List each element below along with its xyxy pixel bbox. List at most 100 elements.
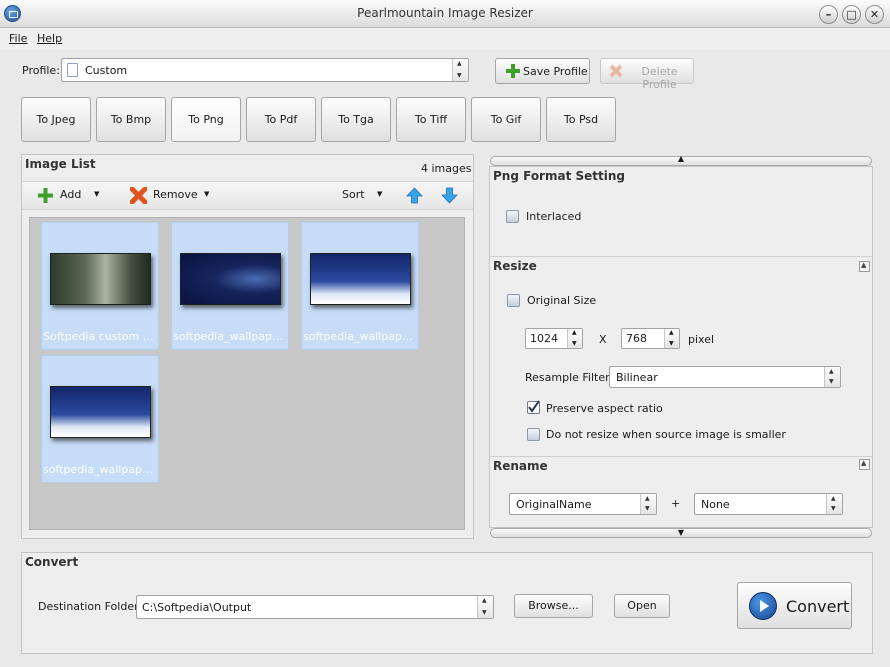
plus-green-icon: [506, 64, 520, 78]
profile-select-arrow[interactable]: [452, 59, 468, 81]
close-button[interactable]: ✕: [865, 5, 884, 24]
image-list-title: Image List: [25, 157, 96, 171]
interlaced-label: Interlaced: [526, 210, 582, 223]
rename-name-value: OriginalName: [516, 498, 592, 511]
add-label: Add: [60, 188, 82, 201]
add-button[interactable]: Add ▼: [38, 187, 100, 206]
arrow-down-icon: [441, 187, 458, 204]
delete-profile-label: Delete Profile: [641, 65, 678, 91]
format-gif-button[interactable]: To Gif: [471, 97, 541, 142]
sort-label: Sort: [342, 188, 365, 201]
play-icon: [749, 592, 777, 620]
browse-button[interactable]: Browse...: [514, 594, 593, 618]
checkmark-icon: [528, 400, 540, 413]
width-input[interactable]: 1024: [525, 328, 583, 349]
thumbnail-item[interactable]: Softpedia custom wallpaper: [41, 222, 160, 350]
height-value: 768: [626, 332, 647, 345]
profile-select[interactable]: Custom: [61, 58, 469, 82]
preserve-aspect-checkbox[interactable]: [527, 400, 540, 414]
rename-name-select[interactable]: OriginalName: [509, 493, 657, 515]
open-button[interactable]: Open: [614, 594, 670, 618]
format-pdf-button[interactable]: To Pdf: [246, 97, 316, 142]
height-stepper[interactable]: [664, 329, 679, 348]
width-value: 1024: [530, 332, 558, 345]
destination-folder-select[interactable]: C:\Softpedia\Output: [136, 595, 494, 619]
thumbnail-caption: Softpedia custom wallpaper: [43, 330, 160, 343]
destination-folder-arrow[interactable]: [477, 596, 493, 618]
convert-label: Convert: [786, 597, 850, 616]
image-count: 4 images: [421, 162, 472, 175]
format-tga-button[interactable]: To Tga: [321, 97, 391, 142]
minimize-icon: –: [825, 8, 832, 21]
thumbnail-image: [310, 253, 411, 305]
width-stepper[interactable]: [567, 329, 582, 348]
plus-label: +: [671, 497, 681, 510]
rename-name-arrow[interactable]: [640, 494, 656, 514]
rename-suffix-select[interactable]: None: [694, 493, 843, 515]
delete-icon: [609, 64, 623, 78]
convert-button[interactable]: Convert: [737, 582, 852, 629]
remove-button[interactable]: Remove ▼: [129, 186, 212, 205]
thumbnail-item[interactable]: softpedia_wallpaper_2: [301, 222, 420, 350]
height-input[interactable]: 768: [621, 328, 680, 349]
no-enlarge-checkbox[interactable]: [527, 428, 540, 441]
profile-value: Custom: [85, 64, 128, 77]
collapse-up-icon: ▲: [677, 154, 685, 163]
arrow-up-icon: [406, 187, 423, 204]
resize-collapse-button[interactable]: [859, 261, 870, 272]
move-up-button[interactable]: [406, 187, 423, 204]
thumbnail-image: [50, 386, 151, 438]
rename-suffix-arrow[interactable]: [826, 494, 842, 514]
window-title: Pearlmountain Image Resizer: [357, 6, 533, 20]
pixel-label: pixel: [688, 333, 715, 346]
original-size-checkbox[interactable]: [507, 294, 520, 307]
thumbnail-caption: softpedia_wallpaper_1: [173, 330, 290, 343]
save-profile-button[interactable]: Save Profile: [495, 58, 590, 84]
convert-title: Convert: [25, 555, 79, 569]
thumbnail-caption: softpedia_wallpaper_3: [43, 463, 160, 476]
thumbnail-image: [180, 253, 281, 305]
move-down-button[interactable]: [441, 187, 458, 204]
resample-filter-arrow[interactable]: [824, 367, 840, 387]
delete-profile-button[interactable]: Delete Profile: [600, 58, 694, 91]
menu-bar: [0, 28, 890, 50]
destination-folder-label: Destination Folder:: [38, 600, 143, 613]
save-profile-label: Save Profile: [523, 65, 588, 78]
rename-suffix-value: None: [701, 498, 730, 511]
maximize-button[interactable]: □: [842, 5, 861, 24]
destination-folder-value: C:\Softpedia\Output: [142, 601, 252, 614]
menu-help[interactable]: Help: [37, 32, 62, 45]
chevron-down-icon: ▼: [377, 190, 383, 198]
rename-collapse-button[interactable]: [859, 459, 870, 470]
maximize-icon: □: [846, 8, 857, 21]
top-splitter[interactable]: ▲: [490, 154, 872, 166]
document-icon: [67, 63, 78, 77]
format-tiff-button[interactable]: To Tiff: [396, 97, 466, 142]
png-settings-title: Png Format Setting: [493, 169, 625, 183]
plus-green-icon: [38, 188, 53, 206]
no-enlarge-label: Do not resize when source image is small…: [546, 428, 786, 441]
interlaced-checkbox[interactable]: [506, 210, 519, 223]
sort-button[interactable]: Sort ▼: [342, 187, 386, 205]
format-bmp-button[interactable]: To Bmp: [96, 97, 166, 142]
thumbnail-item[interactable]: softpedia_wallpaper_3: [41, 355, 160, 483]
resample-filter-value: Bilinear: [616, 371, 658, 384]
profile-label: Profile:: [22, 64, 60, 77]
format-png-button[interactable]: To Png: [171, 97, 241, 142]
remove-label: Remove: [153, 188, 198, 201]
resample-filter-select[interactable]: Bilinear: [609, 366, 841, 388]
x-label: X: [599, 333, 607, 346]
divider: [490, 256, 872, 257]
resample-filter-label: Resample Filter:: [525, 371, 614, 384]
thumbnail-item[interactable]: softpedia_wallpaper_1: [171, 222, 290, 350]
menu-file[interactable]: File: [9, 32, 27, 45]
divider: [490, 456, 872, 457]
chevron-down-icon: ▼: [94, 190, 100, 198]
format-psd-button[interactable]: To Psd: [546, 97, 616, 142]
minimize-button[interactable]: –: [819, 5, 838, 24]
preserve-aspect-label: Preserve aspect ratio: [546, 402, 663, 415]
bottom-splitter[interactable]: ▼: [490, 528, 872, 538]
close-icon: ✕: [869, 8, 880, 21]
original-size-label: Original Size: [527, 294, 597, 307]
format-jpeg-button[interactable]: To Jpeg: [21, 97, 91, 142]
